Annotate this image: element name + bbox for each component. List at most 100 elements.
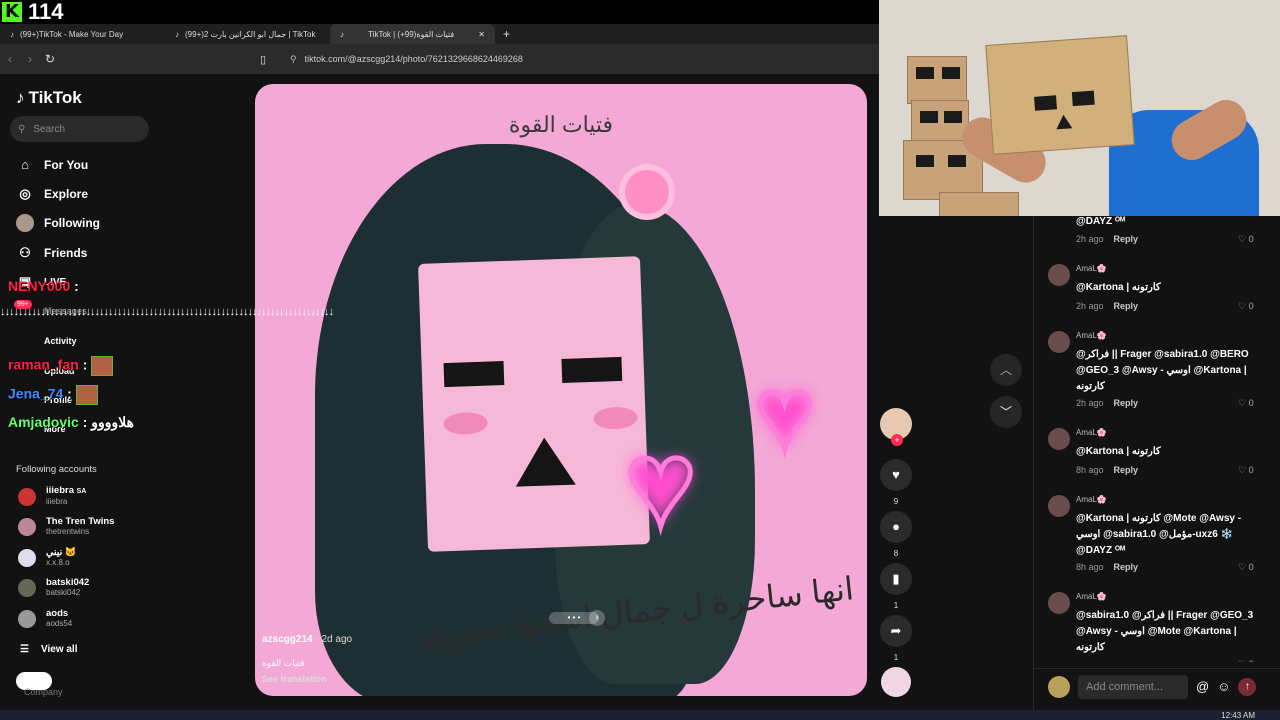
viewer-count: 114 <box>28 0 64 24</box>
share-icon[interactable]: ➦ <box>880 615 912 647</box>
bookmark-icon[interactable]: ▯ <box>260 53 282 66</box>
browser-tab-active[interactable]: ♪ TikTok | فتيات القوة(99+) ✕ <box>330 24 495 44</box>
forward-icon[interactable]: › <box>20 52 40 66</box>
address-bar: ‹ › ↻ ▯ ⚲ tiktok.com/@azscgg214/photo/76… <box>0 44 880 74</box>
avatar <box>18 610 36 628</box>
save-action[interactable]: ▮ 1 <box>880 563 912 610</box>
reload-icon[interactable]: ↻ <box>40 52 60 66</box>
account-handle: x.x.8.o <box>46 558 70 567</box>
neon-heart-icon: ♥ <box>622 417 698 551</box>
comment-count: 8 <box>893 549 899 558</box>
comment-action[interactable]: ● 8 <box>880 511 912 558</box>
nav-friends[interactable]: ⚇ Friends <box>16 244 87 262</box>
avatar[interactable] <box>1048 495 1070 517</box>
browser-tab-bar: ♪ (99+)TikTok - Make Your Day ♪ (99+)جمال … <box>0 24 880 44</box>
nav-for-you[interactable]: ⌂ For You <box>16 156 88 174</box>
reply-button[interactable]: Reply <box>1114 562 1139 572</box>
nav-explore[interactable]: ◎ Explore <box>16 185 88 203</box>
box-eye <box>1071 90 1095 107</box>
comment-text: @DAYZ ᴼᴹ <box>1076 216 1126 227</box>
follow-plus-icon[interactable]: + <box>891 434 903 446</box>
browser-tab[interactable]: ♪ (99+)TikTok - Make Your Day <box>0 24 165 44</box>
nav-following[interactable]: Following <box>16 214 100 232</box>
view-all-button[interactable]: ☰ View all <box>20 644 77 655</box>
reply-button[interactable]: Reply <box>1114 398 1139 408</box>
reply-button[interactable]: Reply <box>1114 234 1139 244</box>
next-photo-icon[interactable]: › <box>589 610 605 626</box>
post-author[interactable]: azscgg214 · 2d ago <box>262 634 352 645</box>
account-handle: aods54 <box>46 619 73 628</box>
search-icon: ⚲ <box>18 123 26 135</box>
comment-text: @sabira1.0 @فراكر || Frager @GEO_3 @Awsy… <box>1076 610 1254 653</box>
comment-time: 2h ago <box>1076 234 1104 244</box>
following-account[interactable]: iiiebra SA iiiebra <box>18 486 86 507</box>
reply-button[interactable]: Reply <box>1114 465 1139 475</box>
avatar[interactable] <box>1048 592 1070 614</box>
comment-like[interactable]: ♡ 0 <box>1238 562 1254 573</box>
account-tag: SA <box>76 488 87 495</box>
emoji-icon[interactable]: ☺ <box>1217 679 1230 694</box>
save-count: 1 <box>893 601 899 610</box>
nav-activity[interactable]: Activity <box>16 332 77 350</box>
box-eye <box>1034 95 1057 111</box>
like-action[interactable]: ♥ 9 <box>880 459 912 506</box>
comment-user[interactable]: AmaL🌸 <box>1076 331 1107 340</box>
comment-meta: 2h ago Reply <box>1076 234 1138 244</box>
comment-like[interactable]: ♡ 0 <box>1238 398 1254 409</box>
chat-message: Jena_74 : <box>8 385 98 405</box>
following-account[interactable]: batski042 batski042 <box>18 578 89 598</box>
search-input[interactable]: ⚲ Search <box>10 116 149 142</box>
comment-like-count: 0 <box>1248 234 1254 244</box>
share-action[interactable]: ➦ 1 <box>880 615 912 662</box>
following-account[interactable]: aods aods54 <box>18 609 72 629</box>
comment-user[interactable]: AmaL🌸 <box>1076 495 1107 504</box>
previous-post-icon[interactable]: ︿ <box>990 354 1022 386</box>
comment-like-count: 0 <box>1248 398 1254 408</box>
photo-post[interactable]: فتيات القوة ♥ ♥ انها ساحرة ل جمال اسمها … <box>255 84 867 696</box>
avatar[interactable] <box>1048 264 1070 286</box>
comment-like[interactable]: ♡ 0 <box>1238 465 1254 476</box>
bookmark-icon[interactable]: ▮ <box>880 563 912 595</box>
avatar[interactable] <box>1048 428 1070 450</box>
post-description: فتيات القوة <box>262 658 305 668</box>
nav-label: Activity <box>44 336 77 346</box>
comment-meta: 2h ago Reply <box>1076 398 1138 408</box>
back-icon[interactable]: ‹ <box>0 52 20 66</box>
comment-text: @Kartona | كارتونه @Mote @Awsy - اوسي @s… <box>1076 513 1242 556</box>
post-comment-icon[interactable]: ↑ <box>1238 677 1257 696</box>
comment-user[interactable]: AmaL🌸 <box>1076 264 1107 273</box>
site-info-icon[interactable]: ⚲ <box>290 54 297 65</box>
reply-button[interactable]: Reply <box>1114 301 1139 311</box>
comment-user[interactable]: AmaL🌸 <box>1076 428 1107 437</box>
chat-message: Amjadovic : هلاوووو <box>8 414 134 431</box>
nav-label: Following <box>44 216 100 230</box>
company-link[interactable]: Company <box>24 687 63 697</box>
following-accounts-title: Following accounts <box>16 464 97 475</box>
chat-text: : <box>74 278 79 294</box>
following-account[interactable]: The Tren Twins thetrentwins <box>18 517 114 537</box>
heart-icon[interactable]: ♥ <box>880 459 912 491</box>
comment-icon[interactable]: ● <box>880 511 912 543</box>
comment-like-count: 0 <box>1248 465 1254 475</box>
avatar[interactable] <box>1048 331 1070 353</box>
following-account[interactable]: نيني 🐱 x.x.8.o <box>18 548 77 568</box>
music-disc-icon[interactable] <box>881 667 911 697</box>
next-post-icon[interactable]: ﹀ <box>990 396 1022 428</box>
see-translation-link[interactable]: See translation <box>262 674 327 684</box>
comment-like[interactable]: ♡ 0 <box>1238 301 1254 312</box>
mention-icon[interactable]: @ <box>1196 679 1209 694</box>
chat-message: raman_fan : <box>8 356 114 376</box>
view-all-label: View all <box>40 644 78 655</box>
comment-like[interactable]: ♡ 0 <box>1238 659 1254 662</box>
add-comment-input[interactable]: Add comment... <box>1078 674 1188 699</box>
comment-like[interactable]: ♡ 0 <box>1238 234 1254 245</box>
box-nose <box>1055 114 1073 130</box>
browser-tab[interactable]: ♪ (99+)جمال ابو الكراتين بارت 2 | TikTok <box>165 24 330 44</box>
new-tab-icon[interactable]: + <box>495 27 518 41</box>
url-field[interactable]: tiktok.com/@azscgg214/photo/762132966862… <box>305 54 523 64</box>
comment-user[interactable]: AmaL🌸 <box>1076 592 1107 601</box>
comment-time: 2h ago <box>1076 398 1104 408</box>
close-tab-icon[interactable]: ✕ <box>478 30 485 39</box>
chat-glitch-line: ↓↓↓↓↓↓↓↓↓↓↓↓↓↓↓↓↓↓↓↓↓↓↓↓↓↓↓↓↓↓↓↓↓↓↓↓↓↓↓↓… <box>0 306 334 318</box>
tiktok-logo[interactable]: ♪ TikTok <box>16 88 82 108</box>
